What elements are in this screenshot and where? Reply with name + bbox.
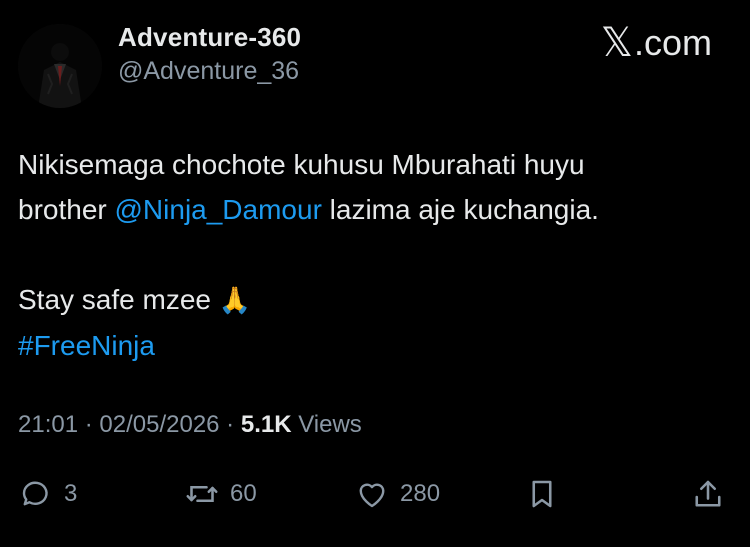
action-bar: 3 60 280 [18, 472, 730, 516]
tweet-time[interactable]: 21:01 [18, 411, 78, 438]
separator: · [78, 411, 100, 438]
hashtag-link[interactable]: #FreeNinja [18, 330, 155, 361]
views-count[interactable]: 5.1K [241, 411, 292, 438]
tweet-date[interactable]: 02/05/2026 [99, 411, 219, 438]
x-logo-text: .com [633, 22, 712, 63]
tweet-text: Nikisemaga chochote kuhusu Mburahati huy… [18, 149, 585, 180]
bookmark-button[interactable] [524, 472, 560, 516]
reply-icon [22, 481, 48, 506]
share-icon [695, 480, 721, 507]
praying-hands-icon: 🙏 [218, 285, 252, 315]
author-display-name[interactable]: Adventure-360 [118, 22, 301, 53]
suited-figure-avatar-icon [18, 24, 102, 108]
heart-icon [359, 483, 385, 508]
tweet-text: Stay safe mzee [18, 284, 219, 315]
tweet-meta: 21:01 · 02/05/2026 · 5.1K Views [18, 411, 362, 439]
reply-count: 3 [64, 480, 78, 507]
mention-link[interactable]: @Ninja_Damour [115, 194, 322, 225]
x-brand-icon: 𝕏 [600, 21, 633, 65]
retweet-count: 60 [230, 480, 257, 507]
bookmark-icon [532, 480, 552, 508]
tweet-text: brother [18, 194, 115, 225]
retweet-button[interactable]: 60 [184, 472, 257, 516]
share-button[interactable] [690, 472, 726, 516]
author-avatar[interactable] [18, 24, 102, 108]
x-logo: 𝕏 .com [601, 20, 712, 66]
tweet-line-4: #FreeNinja [18, 323, 728, 368]
tweet-line-2: brother @Ninja_Damour lazima aje kuchang… [18, 187, 728, 232]
separator: · [219, 411, 241, 438]
like-button[interactable]: 280 [354, 472, 440, 516]
retweet-icon [186, 485, 218, 503]
author-handle[interactable]: @Adventure_36 [118, 57, 299, 86]
views-label: Views [291, 411, 362, 438]
tweet-line-1: Nikisemaga chochote kuhusu Mburahati huy… [18, 142, 728, 187]
tweet-body: Nikisemaga chochote kuhusu Mburahati huy… [18, 142, 728, 368]
tweet-text: lazima aje kuchangia. [321, 194, 599, 225]
reply-button[interactable]: 3 [18, 472, 77, 516]
like-count: 280 [400, 480, 441, 507]
tweet-line-3: Stay safe mzee 🙏 [18, 277, 728, 323]
